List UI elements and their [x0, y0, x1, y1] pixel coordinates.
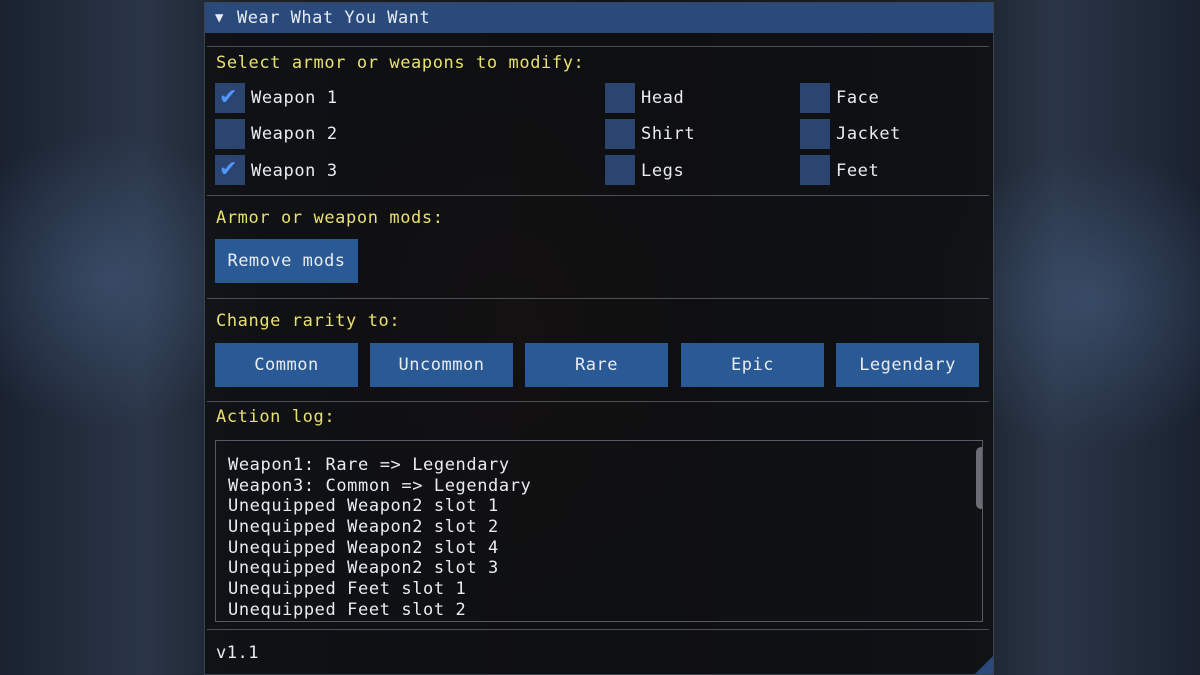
divider	[207, 401, 989, 402]
log-line: Unequipped Weapon2 slot 3	[228, 558, 499, 578]
select-section-label: Select armor or weapons to modify:	[216, 53, 585, 73]
resize-grip-icon[interactable]	[975, 656, 993, 674]
mods-section-label: Armor or weapon mods:	[216, 208, 444, 228]
rarity-rare-button[interactable]: Rare	[525, 343, 668, 387]
checkbox-head[interactable]	[605, 83, 635, 113]
divider	[207, 629, 989, 630]
log-section-label: Action log:	[216, 407, 336, 427]
checkbox-label: Feet	[836, 161, 880, 181]
log-line: Unequipped Weapon2 slot 1	[228, 496, 499, 516]
checkmark-icon: ✔	[219, 85, 238, 110]
divider	[207, 46, 989, 47]
checkbox-label: Weapon 3	[251, 161, 338, 181]
rarity-legendary-button[interactable]: Legendary	[836, 343, 979, 387]
log-line: Weapon1: Rare => Legendary	[228, 455, 510, 475]
log-line: Unequipped Weapon2 slot 4	[228, 538, 499, 558]
window-title: Wear What You Want	[237, 8, 431, 28]
checkbox-weapon-1[interactable]: ✔	[215, 83, 245, 113]
remove-mods-button[interactable]: Remove mods	[215, 239, 358, 283]
checkbox-shirt[interactable]	[605, 119, 635, 149]
rarity-epic-button[interactable]: Epic	[681, 343, 824, 387]
log-scrollbar[interactable]	[976, 445, 982, 619]
checkbox-label: Weapon 2	[251, 124, 338, 144]
checkbox-weapon-3[interactable]: ✔	[215, 155, 245, 185]
mod-window: ▼ Wear What You Want Select armor or wea…	[204, 2, 994, 675]
log-line: Unequipped Weapon2 slot 2	[228, 517, 499, 537]
title-bar[interactable]: ▼ Wear What You Want	[205, 3, 993, 33]
checkbox-label: Legs	[641, 161, 685, 181]
checkbox-label: Shirt	[641, 124, 696, 144]
scrollbar-thumb[interactable]	[976, 447, 982, 509]
checkbox-label: Weapon 1	[251, 88, 338, 108]
checkbox-face[interactable]	[800, 83, 830, 113]
checkbox-label: Face	[836, 88, 880, 108]
divider	[207, 298, 989, 299]
action-log[interactable]: Weapon1: Rare => Legendary Weapon3: Comm…	[215, 440, 983, 622]
checkbox-label: Jacket	[836, 124, 902, 144]
checkbox-jacket[interactable]	[800, 119, 830, 149]
checkbox-label: Head	[641, 88, 685, 108]
version-label: v1.1	[216, 643, 259, 663]
log-line: Unequipped Feet slot 2	[228, 600, 467, 620]
checkbox-weapon-2[interactable]	[215, 119, 245, 149]
checkbox-feet[interactable]	[800, 155, 830, 185]
log-line: Weapon3: Common => Legendary	[228, 476, 532, 496]
rarity-common-button[interactable]: Common	[215, 343, 358, 387]
log-line: Unequipped Feet slot 1	[228, 579, 467, 599]
rarity-section-label: Change rarity to:	[216, 311, 401, 331]
checkmark-icon: ✔	[219, 157, 238, 182]
checkbox-legs[interactable]	[605, 155, 635, 185]
rarity-uncommon-button[interactable]: Uncommon	[370, 343, 513, 387]
divider	[207, 195, 989, 196]
triangle-down-icon[interactable]: ▼	[215, 3, 223, 33]
